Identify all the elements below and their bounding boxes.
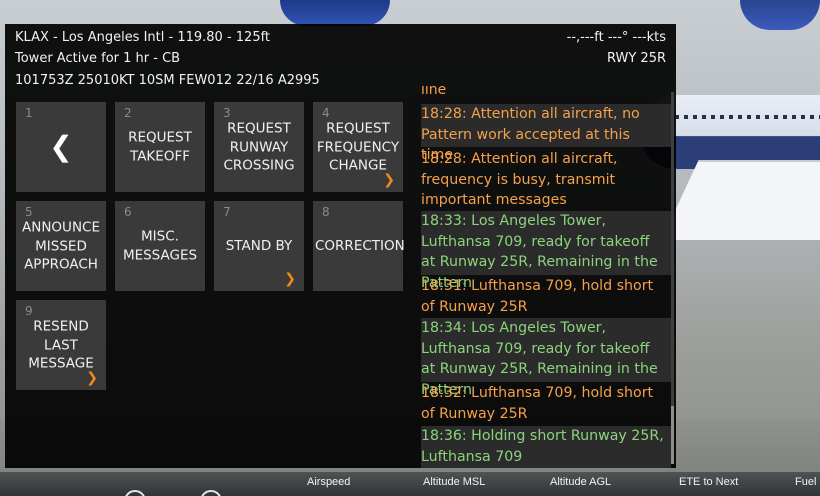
chevron-left-icon: ❮	[49, 130, 73, 163]
altitude-agl-label: Altitude AGL	[550, 476, 612, 488]
chevron-right-icon: ❯	[284, 271, 296, 287]
log-message: 18:33: Los Angeles Tower, Lufthansa 709,…	[421, 211, 671, 291]
airport-frequency-line: KLAX - Los Angeles Intl - 119.80 - 125ft	[15, 30, 271, 45]
altitude-speed-readout: --,---ft ---° ---kts	[566, 30, 666, 45]
button-number: 6	[124, 205, 132, 219]
aircraft-wing	[661, 160, 820, 240]
button-number: 9	[25, 304, 33, 318]
aircraft-windows	[675, 115, 820, 119]
request-runway-crossing-button[interactable]: 3 REQUEST RUNWAY CROSSING	[214, 102, 304, 192]
runway-label: RWY 25R	[606, 51, 666, 66]
chevron-right-icon: ❯	[383, 172, 395, 188]
log-message: 18:32: Lufthansa 709, hold short of Runw…	[421, 385, 654, 422]
metar-line: 101753Z 25010KT 10SM FEW012 22/16 A2995	[15, 73, 320, 88]
button-label: RESEND LAST MESSAGE	[28, 318, 94, 372]
log-clipped-line: line	[421, 86, 447, 96]
aircraft-tail	[280, 0, 390, 26]
ete-to-next-label: ETE to Next	[679, 476, 739, 488]
stand-by-button[interactable]: 7 STAND BY ❯	[214, 201, 304, 291]
button-number: 3	[223, 106, 231, 120]
instrument-strip: Airspeed Altitude MSL Altitude AGL ETE t…	[0, 472, 820, 496]
log-scrollbar[interactable]	[671, 92, 674, 464]
misc-messages-button[interactable]: 6 MISC. MESSAGES	[115, 201, 205, 291]
button-label: REQUEST RUNWAY CROSSING	[223, 120, 295, 174]
announce-missed-approach-button[interactable]: 5 ANNOUNCE MISSED APPROACH	[16, 201, 106, 291]
atc-panel: KLAX - Los Angeles Intl - 119.80 - 125ft…	[5, 24, 676, 468]
button-number: 2	[124, 106, 132, 120]
aircraft-engine	[740, 0, 820, 30]
resend-last-message-button[interactable]: 9 RESEND LAST MESSAGE ❯	[16, 300, 106, 390]
altitude-msl-label: Altitude MSL	[423, 476, 486, 488]
log-message: 18:28: Attention all aircraft, frequency…	[421, 151, 618, 208]
request-frequency-change-button[interactable]: 4 REQUEST FREQUENCY CHANGE ❯	[313, 102, 403, 192]
button-label: REQUEST TAKEOFF	[128, 129, 192, 165]
request-takeoff-button[interactable]: 2 REQUEST TAKEOFF	[115, 102, 205, 192]
button-label: ANNOUNCE MISSED APPROACH	[22, 219, 100, 273]
back-button[interactable]: 1 ❮	[16, 102, 106, 192]
atc-command-grid: 1 ❮ 2 REQUEST TAKEOFF 3 REQUEST RUNWAY C…	[16, 102, 408, 392]
button-label: REQUEST FREQUENCY CHANGE	[316, 120, 400, 174]
log-message: 18:28: Attention all aircraft, no Patter…	[421, 104, 671, 163]
chevron-right-icon: ❯	[86, 370, 98, 386]
tower-status-line: Tower Active for 1 hr - CB	[15, 51, 181, 66]
button-label: STAND BY	[225, 237, 293, 254]
button-number: 4	[322, 106, 330, 120]
message-log[interactable]: line 18:28: Attention all aircraft, no P…	[421, 86, 671, 468]
correction-button[interactable]: 8 CORRECTION	[313, 201, 405, 291]
button-label: CORRECTION	[315, 237, 405, 254]
airspeed-label: Airspeed	[307, 476, 351, 488]
button-number: 5	[25, 205, 33, 219]
button-number: 8	[322, 205, 330, 219]
fuel-label: Fuel	[795, 476, 817, 488]
log-message: 18:36: Holding short Runway 25R, Lufthan…	[421, 426, 671, 468]
button-number: 7	[223, 205, 231, 219]
log-scrollbar-thumb[interactable]	[671, 406, 674, 464]
button-label: MISC. MESSAGES	[122, 228, 198, 264]
log-message: 18:31: Lufthansa 709, hold short of Runw…	[421, 278, 654, 315]
button-number: 1	[25, 106, 33, 120]
log-message: 18:34: Los Angeles Tower, Lufthansa 709,…	[421, 318, 671, 398]
atc-header: KLAX - Los Angeles Intl - 119.80 - 125ft…	[15, 28, 666, 90]
